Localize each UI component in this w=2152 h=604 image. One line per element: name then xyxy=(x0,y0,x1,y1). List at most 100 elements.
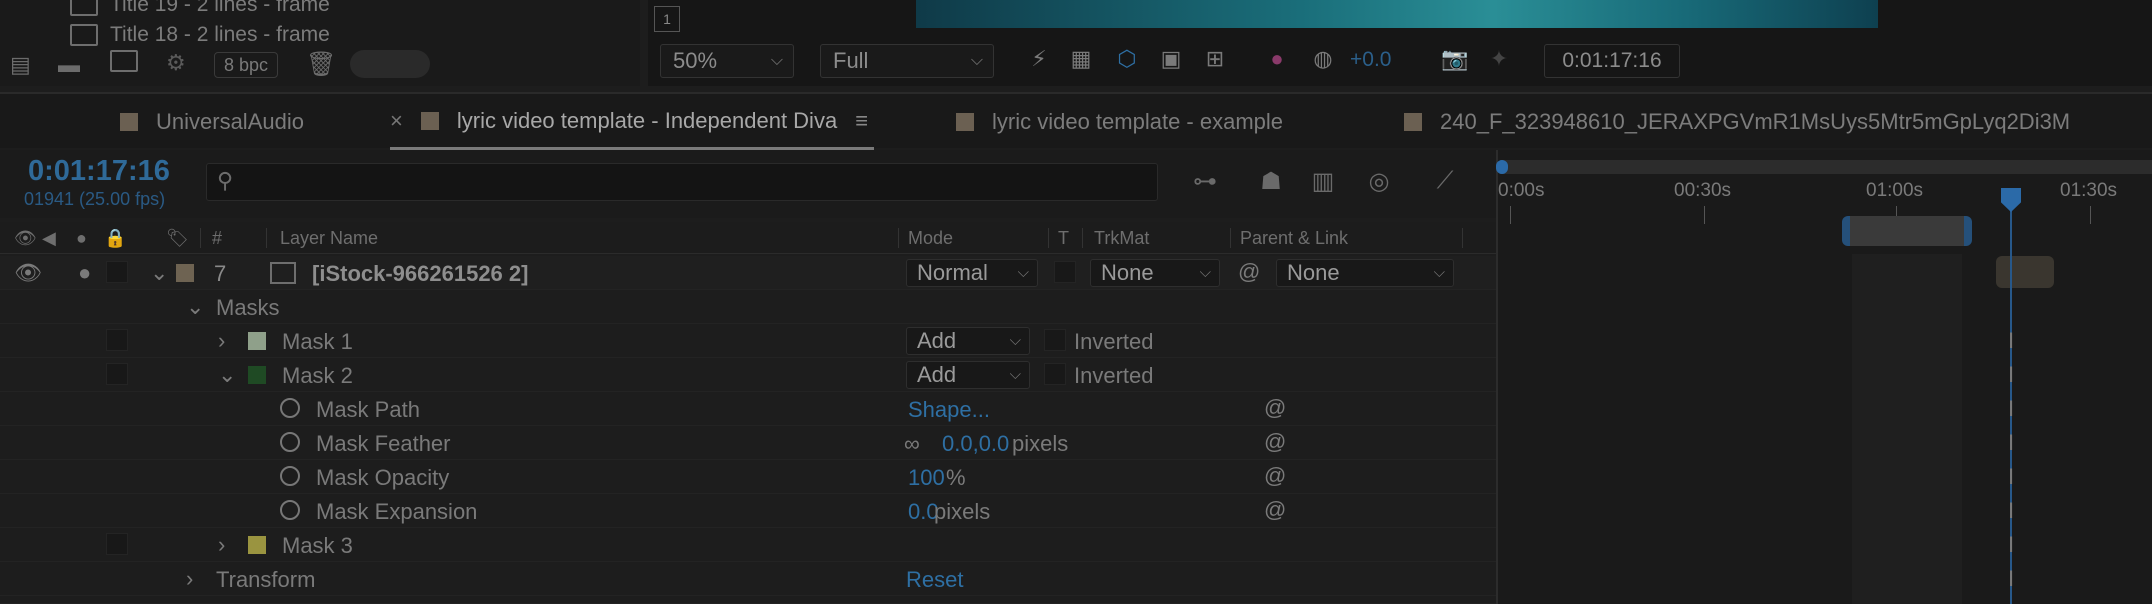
show-snapshot-icon[interactable]: ✦ xyxy=(1484,44,1514,74)
chevron-right-icon[interactable]: › xyxy=(218,532,225,558)
tab-universal-audio[interactable]: UniversalAudio xyxy=(120,94,304,150)
masks-group-row[interactable]: ⌄ Masks xyxy=(0,290,1496,324)
mask-color[interactable] xyxy=(248,332,266,350)
timeline-graph-area[interactable] xyxy=(1496,150,2152,604)
link-icon[interactable]: ∞ xyxy=(904,431,920,457)
grid-guides-icon[interactable]: ⊞ xyxy=(1200,44,1230,74)
project-item[interactable]: Title 19 - 2 lines - frame xyxy=(70,0,330,20)
project-toggle[interactable] xyxy=(350,50,430,78)
new-folder-icon[interactable]: ▬ xyxy=(58,52,80,78)
property-row[interactable]: Mask Opacity 100 % @ xyxy=(0,460,1496,494)
current-time-display[interactable]: 0:01:17:16 xyxy=(28,155,170,188)
layer-duration-bar[interactable] xyxy=(1852,254,1962,604)
keyframe-marker[interactable]: I xyxy=(2004,498,2018,524)
inverted-checkbox[interactable] xyxy=(1044,329,1066,351)
trkmat-dropdown[interactable]: None ⌵ xyxy=(1090,259,1220,287)
column-layer-name[interactable]: Layer Name xyxy=(280,228,378,249)
exposure-icon[interactable]: ◍ xyxy=(1308,44,1338,74)
lock-icon[interactable]: 🔒 xyxy=(104,228,126,249)
new-composition-icon[interactable] xyxy=(110,50,138,78)
resolution-dropdown[interactable]: Full ⌵ xyxy=(820,44,994,78)
inverted-checkbox[interactable] xyxy=(1044,363,1066,385)
pick-whip-icon[interactable]: @ xyxy=(1264,463,1286,489)
fast-previews-icon[interactable]: ⚡ xyxy=(1024,44,1054,74)
channel-icon[interactable]: ● xyxy=(1262,44,1292,74)
property-value[interactable]: Shape... xyxy=(908,397,990,423)
video-eye-icon[interactable]: 👁 xyxy=(14,228,37,249)
property-value[interactable]: 0.0,0.0 xyxy=(942,431,1009,457)
timeline-search-input[interactable]: ⚲ xyxy=(206,163,1158,201)
bpc-button[interactable]: 8 bpc xyxy=(214,52,278,78)
chevron-down-icon[interactable]: ⌄ xyxy=(218,362,236,388)
eye-icon[interactable]: 👁 xyxy=(14,260,42,286)
composition-flowchart-icon[interactable]: ⊶ xyxy=(1188,166,1222,196)
audio-icon[interactable]: ◀ xyxy=(42,228,56,249)
layer-keyframe-block[interactable] xyxy=(1996,256,2054,288)
layer-row[interactable]: 👁 ● ⌄ 7 [iStock-966261526 2] Normal ⌵ Non… xyxy=(0,256,1496,290)
stopwatch-icon[interactable] xyxy=(280,398,300,418)
parent-dropdown[interactable]: None ⌵ xyxy=(1276,259,1454,287)
layer-name[interactable]: [iStock-966261526 2] xyxy=(312,261,528,287)
preserve-transparency-box[interactable] xyxy=(1054,261,1076,283)
chevron-down-icon[interactable]: ⌄ xyxy=(150,260,168,286)
stopwatch-icon[interactable] xyxy=(280,432,300,452)
pick-whip-icon[interactable]: @ xyxy=(1238,259,1260,285)
graph-editor-icon[interactable]: ⟋ xyxy=(1428,166,1462,196)
property-row[interactable]: Mask Feather ∞ 0.0,0.0 pixels @ xyxy=(0,426,1496,460)
zoom-dropdown[interactable]: 50% ⌵ xyxy=(660,44,794,78)
chevron-right-icon[interactable]: › xyxy=(218,328,225,354)
trash-icon[interactable]: 🗑 xyxy=(306,50,336,79)
mask-mode-dropdown[interactable]: Add ⌵ xyxy=(906,327,1030,355)
flowchart-icon[interactable]: ⚙ xyxy=(166,50,186,76)
pick-whip-icon[interactable]: @ xyxy=(1264,429,1286,455)
chevron-down-icon[interactable]: ⌄ xyxy=(186,294,204,320)
keyframe-marker[interactable]: I xyxy=(2004,430,2018,456)
lock-box[interactable] xyxy=(106,533,128,555)
keyframe-marker[interactable]: I xyxy=(2004,566,2018,592)
transparency-grid-icon[interactable]: ▦ xyxy=(1066,44,1096,74)
work-area-bar[interactable] xyxy=(1842,216,1972,246)
keyframe-marker[interactable]: I xyxy=(2004,362,2018,388)
project-item[interactable]: Title 18 - 2 lines - frame xyxy=(70,20,330,50)
mask-visibility-icon[interactable]: ⬡ xyxy=(1112,44,1142,74)
property-row[interactable]: Mask Expansion 0.0 pixels @ xyxy=(0,494,1496,528)
label-color[interactable] xyxy=(176,264,194,282)
stopwatch-icon[interactable] xyxy=(280,500,300,520)
property-row[interactable]: Mask Path Shape... @ xyxy=(0,392,1496,426)
keyframe-marker[interactable]: I xyxy=(2004,396,2018,422)
lock-box[interactable] xyxy=(106,363,128,385)
snapshot-icon[interactable]: 📷 xyxy=(1440,44,1470,74)
pick-whip-icon[interactable]: @ xyxy=(1264,395,1286,421)
mask-row[interactable]: ⌄ Mask 2 Add ⌵ Inverted xyxy=(0,358,1496,392)
tab-lyric-video-example[interactable]: lyric video template - example xyxy=(956,94,1283,150)
lock-box[interactable] xyxy=(106,261,128,283)
region-of-interest-icon[interactable]: ▣ xyxy=(1156,44,1186,74)
lock-box[interactable] xyxy=(106,329,128,351)
tab-menu-icon[interactable]: ≡ xyxy=(855,108,868,134)
keyframe-marker[interactable]: I xyxy=(2004,464,2018,490)
stopwatch-icon[interactable] xyxy=(280,466,300,486)
time-navigator-bar[interactable] xyxy=(1500,160,2152,174)
chevron-right-icon[interactable]: › xyxy=(186,566,193,592)
reset-link[interactable]: Reset xyxy=(906,567,963,593)
label-tag-icon[interactable]: 🏷 xyxy=(166,228,189,249)
transform-row[interactable]: › Transform Reset xyxy=(0,562,1496,596)
next-layer-row[interactable] xyxy=(0,596,1496,604)
exposure-value[interactable]: +0.0 xyxy=(1350,48,1391,72)
interpret-footage-icon[interactable]: ▤ xyxy=(10,52,31,78)
shy-layers-icon[interactable]: ☗ xyxy=(1254,166,1288,196)
mask-color[interactable] xyxy=(248,366,266,384)
viewer-timecode[interactable]: 0:01:17:16 xyxy=(1544,44,1680,78)
mask-color[interactable] xyxy=(248,536,266,554)
tab-240-f-image[interactable]: 240_F_323948610_JERAXPGVmR1MsUys5Mtr5mGp… xyxy=(1404,94,2070,150)
solo-dot-icon[interactable]: ● xyxy=(78,260,91,286)
mask-row[interactable]: › Mask 1 Add ⌵ Inverted xyxy=(0,324,1496,358)
property-value[interactable]: 100 xyxy=(908,465,945,491)
motion-blur-icon[interactable]: ◎ xyxy=(1362,166,1396,196)
frame-blending-icon[interactable]: ▥ xyxy=(1306,166,1340,196)
keyframe-marker[interactable]: I xyxy=(2004,328,2018,354)
keyframe-marker[interactable]: I xyxy=(2004,532,2018,558)
solo-icon[interactable]: ● xyxy=(76,228,87,249)
mask-name[interactable]: Mask 3 xyxy=(282,533,353,559)
pick-whip-icon[interactable]: @ xyxy=(1264,497,1286,523)
